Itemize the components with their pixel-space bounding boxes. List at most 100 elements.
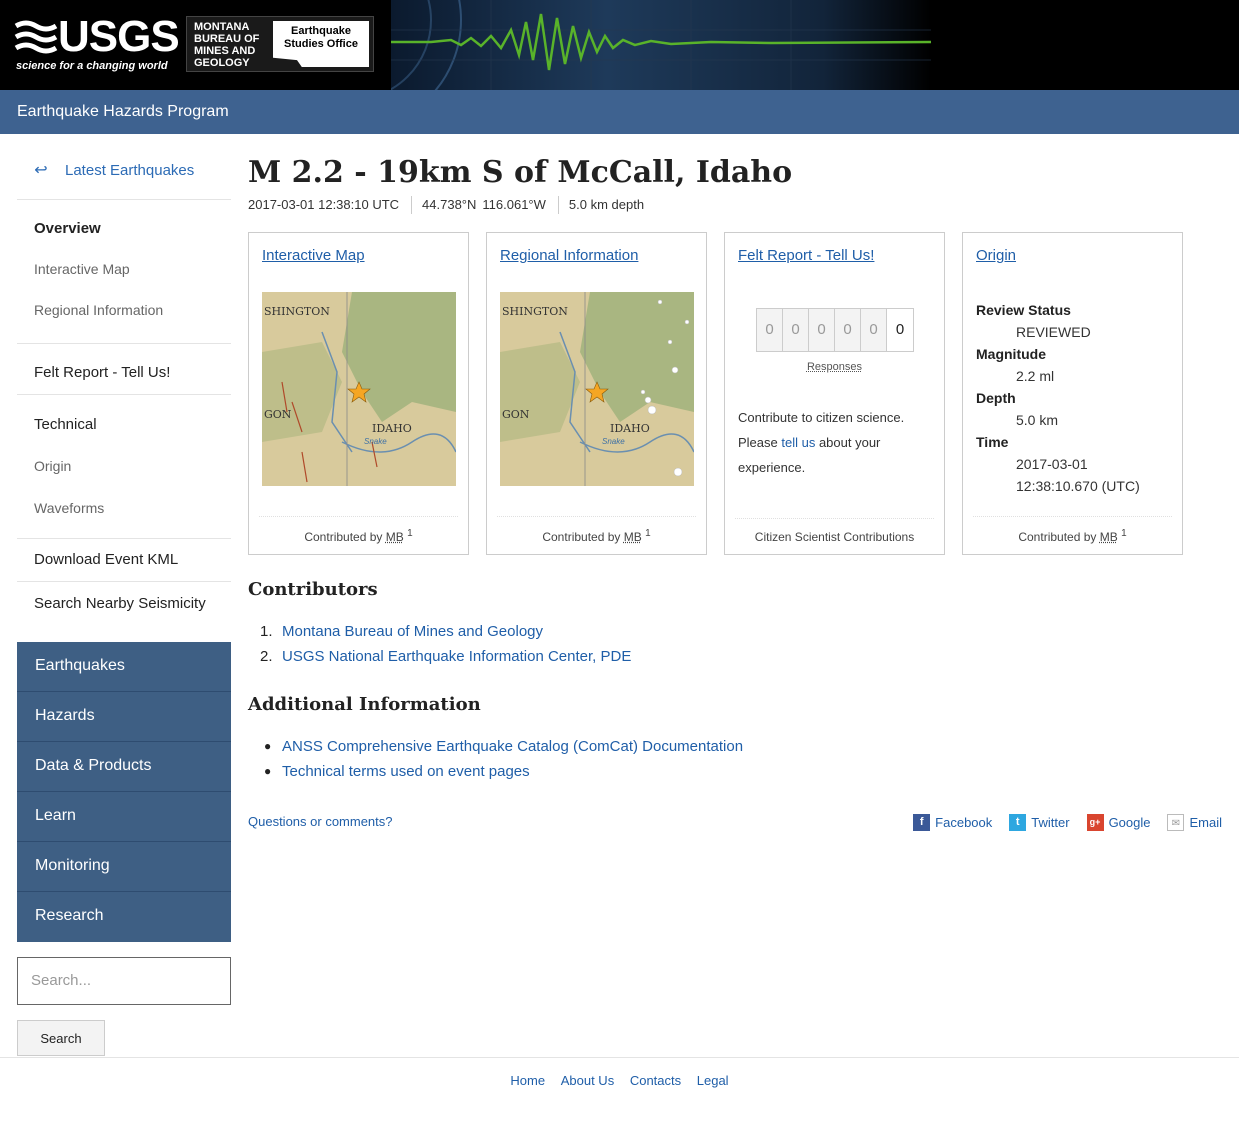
origin-link[interactable]: Origin bbox=[976, 247, 1016, 264]
origin-card[interactable]: Origin Review Status REVIEWED Magnitude … bbox=[962, 232, 1183, 555]
google-plus-icon: g+ bbox=[1086, 814, 1104, 831]
mbmg-name: Montana Bureau of Mines and Geology bbox=[194, 21, 260, 69]
share-twitter-label: Twitter bbox=[1031, 815, 1070, 830]
sidebar-item-interactive-map[interactable]: Interactive Map bbox=[17, 261, 231, 302]
footer-home-link[interactable]: Home bbox=[510, 1073, 545, 1088]
site-nav-data-products[interactable]: Data & Products bbox=[17, 742, 231, 792]
contributors-list: 1. Montana Bureau of Mines and Geology 2.… bbox=[260, 619, 631, 669]
map-label-oregon: GON bbox=[502, 408, 530, 421]
questions-comments-link[interactable]: Questions or comments? bbox=[248, 814, 393, 829]
event-main: M 2.2 - 19km S of McCall, Idaho 2017-03-… bbox=[248, 150, 1228, 555]
contrib-source[interactable]: MB bbox=[1100, 530, 1118, 544]
sidebar-item-waveforms[interactable]: Waveforms bbox=[17, 500, 231, 516]
contrib-source[interactable]: MB bbox=[624, 530, 642, 544]
contrib-label: Contributed by bbox=[304, 530, 383, 544]
back-arrow-icon: ↩ bbox=[34, 162, 48, 179]
share-links: f Facebook t Twitter g+ Google ✉ Email bbox=[896, 814, 1222, 831]
share-email[interactable]: ✉ Email bbox=[1167, 814, 1222, 831]
felt-report-description: Contribute to citizen science. Please te… bbox=[738, 405, 928, 480]
footer-legal-link[interactable]: Legal bbox=[697, 1073, 729, 1088]
time-date-value: 2017-03-01 bbox=[1016, 456, 1088, 472]
regional-information-card[interactable]: Regional Information SHINGTON GON IDAHO … bbox=[486, 232, 707, 555]
site-nav-research[interactable]: Research bbox=[17, 892, 231, 942]
back-link-label: Latest Earthquakes bbox=[65, 162, 195, 179]
usgs-logo[interactable]: USGS science for a changing world bbox=[14, 14, 180, 76]
comcat-documentation-link[interactable]: ANSS Comprehensive Earthquake Catalog (C… bbox=[282, 738, 743, 755]
magnitude-value: 2.2 ml bbox=[1016, 368, 1055, 384]
contributor-link-mbmg[interactable]: Montana Bureau of Mines and Geology bbox=[282, 623, 543, 640]
review-status-value: REVIEWED bbox=[1016, 324, 1091, 340]
contrib-sup: 1 bbox=[1121, 528, 1127, 539]
depth-label: Depth bbox=[976, 390, 1016, 406]
review-status-label: Review Status bbox=[976, 302, 1071, 318]
map-label-idaho: IDAHO bbox=[610, 422, 650, 435]
responses-label: Responses bbox=[806, 361, 863, 373]
usgs-wave-icon bbox=[14, 20, 58, 54]
list-item: ● Technical terms used on event pages bbox=[264, 759, 743, 784]
seismogram-trace-icon bbox=[240, 0, 932, 131]
nearby-nav-group: Search Nearby Seismicity bbox=[17, 582, 231, 626]
site-nav-earthquakes[interactable]: Earthquakes bbox=[17, 642, 231, 692]
card-contrib: Contributed by MB 1 bbox=[259, 516, 458, 544]
search-button[interactable]: Search bbox=[17, 1020, 105, 1056]
map-label-river: Snake bbox=[364, 437, 387, 446]
search-input[interactable]: Search... bbox=[17, 957, 231, 1005]
contrib-source[interactable]: MB bbox=[386, 530, 404, 544]
counter-digit: 0 bbox=[887, 309, 913, 351]
sidebar-item-felt-report[interactable]: Felt Report - Tell Us! bbox=[17, 364, 231, 381]
event-sidebar: ↩ Latest Earthquakes Overview Interactive… bbox=[17, 150, 231, 626]
page-title: M 2.2 - 19km S of McCall, Idaho bbox=[248, 155, 793, 190]
felt-report-card[interactable]: Felt Report - Tell Us! 0 0 0 0 0 0 Respo… bbox=[724, 232, 945, 555]
felt-report-link[interactable]: Felt Report - Tell Us! bbox=[738, 247, 874, 264]
share-google-label: Google bbox=[1108, 815, 1151, 830]
contrib-sup: 1 bbox=[645, 528, 651, 539]
technical-terms-link[interactable]: Technical terms used on event pages bbox=[282, 763, 530, 780]
list-marker: 2. bbox=[260, 648, 273, 665]
contributor-link-neic[interactable]: USGS National Earthquake Information Cen… bbox=[282, 648, 631, 665]
tell-us-link[interactable]: tell us bbox=[781, 435, 815, 450]
interactive-map-link[interactable]: Interactive Map bbox=[262, 247, 365, 264]
sidebar-item-search-nearby[interactable]: Search Nearby Seismicity bbox=[17, 595, 231, 612]
interactive-map-thumbnail[interactable]: SHINGTON GON IDAHO Snake bbox=[262, 292, 456, 486]
interactive-map-card[interactable]: Interactive Map SHINGTON GON IDAHO Snake… bbox=[248, 232, 469, 555]
sidebar-item-origin[interactable]: Origin bbox=[17, 458, 231, 500]
site-banner: USGS science for a changing world Montan… bbox=[0, 0, 1239, 131]
map-label-oregon: GON bbox=[264, 408, 292, 421]
footer-about-link[interactable]: About Us bbox=[561, 1073, 614, 1088]
mbmg-logo[interactable]: Montana Bureau of Mines and Geology Eart… bbox=[186, 16, 374, 72]
share-twitter[interactable]: t Twitter bbox=[1009, 814, 1070, 831]
list-item: 1. Montana Bureau of Mines and Geology bbox=[260, 619, 631, 644]
site-nav-hazards[interactable]: Hazards bbox=[17, 692, 231, 742]
felt-nav-group: Felt Report - Tell Us! bbox=[17, 344, 231, 395]
counter-digit: 0 bbox=[757, 309, 783, 351]
program-title[interactable]: Earthquake Hazards Program bbox=[17, 103, 229, 121]
kml-nav-group: Download Event KML bbox=[17, 539, 231, 582]
site-nav-monitoring[interactable]: Monitoring bbox=[17, 842, 231, 892]
technical-nav-group: Technical Origin Waveforms bbox=[17, 395, 231, 539]
overview-nav-group: Overview Interactive Map Regional Inform… bbox=[17, 200, 231, 344]
contrib-label: Contributed by bbox=[542, 530, 621, 544]
regional-map-thumbnail[interactable]: SHINGTON GON IDAHO Snake bbox=[500, 292, 694, 486]
map-label-river: Snake bbox=[602, 437, 625, 446]
counter-digit: 0 bbox=[783, 309, 809, 351]
share-google[interactable]: g+ Google bbox=[1086, 814, 1151, 831]
back-to-latest-earthquakes-link[interactable]: ↩ Latest Earthquakes bbox=[17, 150, 231, 200]
sidebar-item-regional-information[interactable]: Regional Information bbox=[17, 302, 231, 318]
site-nav-learn[interactable]: Learn bbox=[17, 792, 231, 842]
program-bar: Earthquake Hazards Program bbox=[0, 90, 1239, 134]
origin-details: Review Status REVIEWED Magnitude 2.2 ml … bbox=[976, 299, 1140, 497]
site-nav: Earthquakes Hazards Data & Products Lear… bbox=[17, 642, 231, 942]
usgs-wordmark: USGS bbox=[58, 12, 180, 61]
footer-contacts-link[interactable]: Contacts bbox=[630, 1073, 681, 1088]
regional-information-link[interactable]: Regional Information bbox=[500, 247, 638, 264]
depth-value: 5.0 km bbox=[1016, 412, 1059, 428]
share-facebook[interactable]: f Facebook bbox=[913, 814, 992, 831]
sidebar-item-download-kml[interactable]: Download Event KML bbox=[17, 551, 231, 568]
event-depth: 5.0 km depth bbox=[568, 197, 645, 212]
facebook-icon: f bbox=[913, 814, 931, 831]
sidebar-item-technical[interactable]: Technical bbox=[17, 416, 231, 458]
sidebar-item-overview[interactable]: Overview bbox=[17, 220, 231, 261]
usgs-tagline: science for a changing world bbox=[16, 60, 168, 72]
page-actions: Questions or comments? f Facebook t Twitte… bbox=[248, 814, 1222, 831]
event-summary: 2017-03-01 12:38:10 UTC 44.738°N 116.061°W… bbox=[248, 196, 1228, 218]
